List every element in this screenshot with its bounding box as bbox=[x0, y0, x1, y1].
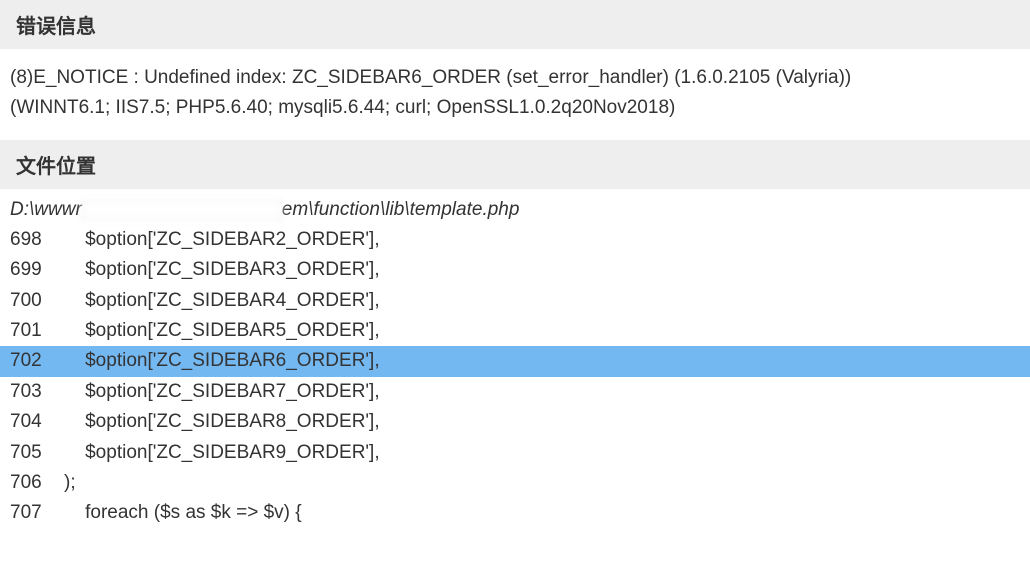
line-number: 704 bbox=[10, 407, 64, 437]
file-path-suffix: em\function\lib\template.php bbox=[282, 199, 520, 220]
file-path: D:\wwwr em\function\lib\template.php bbox=[0, 189, 1030, 225]
code-line: 699 $option['ZC_SIDEBAR3_ORDER'], bbox=[0, 255, 1030, 285]
line-code: $option['ZC_SIDEBAR9_ORDER'], bbox=[64, 438, 1020, 468]
error-message-line1: (8)E_NOTICE : Undefined index: ZC_SIDEBA… bbox=[10, 63, 1020, 93]
line-number: 706 bbox=[10, 468, 64, 498]
line-code: ); bbox=[64, 468, 1020, 498]
code-line: 702 $option['ZC_SIDEBAR6_ORDER'], bbox=[0, 346, 1030, 376]
code-line: 706); bbox=[0, 468, 1030, 498]
line-number: 700 bbox=[10, 286, 64, 316]
code-line: 701 $option['ZC_SIDEBAR5_ORDER'], bbox=[0, 316, 1030, 346]
line-number: 703 bbox=[10, 377, 64, 407]
line-code: $option['ZC_SIDEBAR5_ORDER'], bbox=[64, 316, 1020, 346]
code-block: 698 $option['ZC_SIDEBAR2_ORDER'],699 $op… bbox=[0, 225, 1030, 529]
line-code: $option['ZC_SIDEBAR8_ORDER'], bbox=[64, 407, 1020, 437]
line-number: 702 bbox=[10, 346, 64, 376]
code-line: 698 $option['ZC_SIDEBAR2_ORDER'], bbox=[0, 225, 1030, 255]
line-code: $option['ZC_SIDEBAR2_ORDER'], bbox=[64, 225, 1020, 255]
code-line: 704 $option['ZC_SIDEBAR8_ORDER'], bbox=[0, 407, 1030, 437]
redacted-path-segment bbox=[82, 200, 282, 220]
line-number: 707 bbox=[10, 498, 64, 528]
line-code: $option['ZC_SIDEBAR3_ORDER'], bbox=[64, 255, 1020, 285]
line-code: foreach ($s as $k => $v) { bbox=[64, 498, 1020, 528]
code-line: 700 $option['ZC_SIDEBAR4_ORDER'], bbox=[0, 286, 1030, 316]
code-line: 705 $option['ZC_SIDEBAR9_ORDER'], bbox=[0, 438, 1030, 468]
file-path-prefix: D:\wwwr bbox=[10, 199, 82, 220]
line-code: $option['ZC_SIDEBAR4_ORDER'], bbox=[64, 286, 1020, 316]
code-line: 703 $option['ZC_SIDEBAR7_ORDER'], bbox=[0, 377, 1030, 407]
file-location-header: 文件位置 bbox=[0, 140, 1030, 189]
line-code: $option['ZC_SIDEBAR6_ORDER'], bbox=[64, 346, 1020, 376]
code-line: 707 foreach ($s as $k => $v) { bbox=[0, 498, 1030, 528]
line-number: 705 bbox=[10, 438, 64, 468]
error-message-line2: (WINNT6.1; IIS7.5; PHP5.6.40; mysqli5.6.… bbox=[10, 93, 1020, 123]
error-info-header: 错误信息 bbox=[0, 0, 1030, 49]
error-message-block: (8)E_NOTICE : Undefined index: ZC_SIDEBA… bbox=[0, 49, 1030, 140]
line-number: 701 bbox=[10, 316, 64, 346]
line-number: 699 bbox=[10, 255, 64, 285]
line-number: 698 bbox=[10, 225, 64, 255]
line-code: $option['ZC_SIDEBAR7_ORDER'], bbox=[64, 377, 1020, 407]
